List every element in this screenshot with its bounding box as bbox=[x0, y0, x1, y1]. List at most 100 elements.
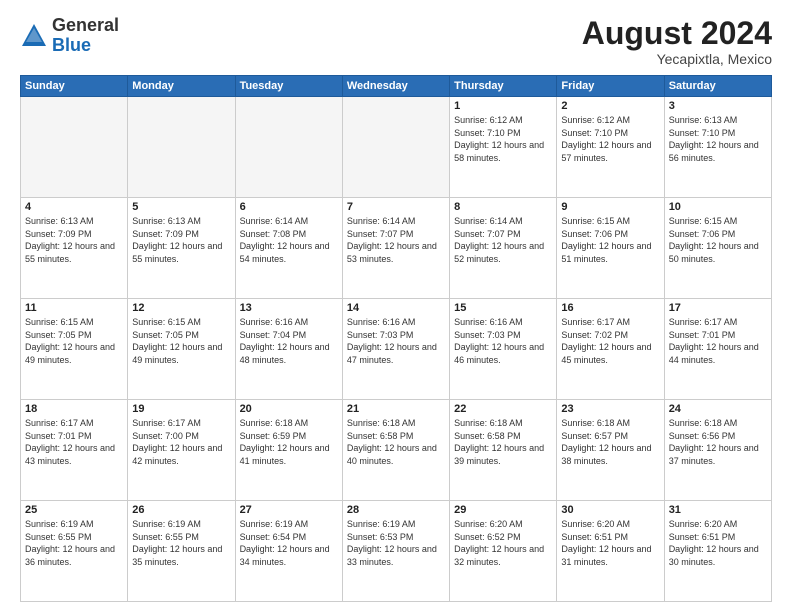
day-info: Sunrise: 6:18 AMSunset: 6:58 PMDaylight:… bbox=[454, 418, 544, 466]
day-number: 9 bbox=[561, 201, 659, 213]
day-info: Sunrise: 6:15 AMSunset: 7:06 PMDaylight:… bbox=[561, 216, 651, 264]
day-number: 19 bbox=[132, 403, 230, 415]
day-info: Sunrise: 6:14 AMSunset: 7:08 PMDaylight:… bbox=[240, 216, 330, 264]
logo-blue: Blue bbox=[52, 36, 119, 56]
day-info: Sunrise: 6:18 AMSunset: 6:56 PMDaylight:… bbox=[669, 418, 759, 466]
day-number: 2 bbox=[561, 100, 659, 112]
day-number: 1 bbox=[454, 100, 552, 112]
calendar-cell: 28 Sunrise: 6:19 AMSunset: 6:53 PMDaylig… bbox=[342, 501, 449, 602]
day-header-monday: Monday bbox=[128, 76, 235, 97]
day-info: Sunrise: 6:19 AMSunset: 6:53 PMDaylight:… bbox=[347, 519, 437, 567]
calendar-cell: 7 Sunrise: 6:14 AMSunset: 7:07 PMDayligh… bbox=[342, 198, 449, 299]
day-info: Sunrise: 6:15 AMSunset: 7:05 PMDaylight:… bbox=[132, 317, 222, 365]
day-number: 7 bbox=[347, 201, 445, 213]
day-number: 13 bbox=[240, 302, 338, 314]
days-header-row: SundayMondayTuesdayWednesdayThursdayFrid… bbox=[21, 76, 772, 97]
location: Yecapixtla, Mexico bbox=[582, 51, 772, 67]
day-info: Sunrise: 6:17 AMSunset: 7:00 PMDaylight:… bbox=[132, 418, 222, 466]
calendar-cell: 31 Sunrise: 6:20 AMSunset: 6:51 PMDaylig… bbox=[664, 501, 771, 602]
week-row-3: 11 Sunrise: 6:15 AMSunset: 7:05 PMDaylig… bbox=[21, 299, 772, 400]
week-row-1: 1 Sunrise: 6:12 AMSunset: 7:10 PMDayligh… bbox=[21, 97, 772, 198]
calendar-cell: 23 Sunrise: 6:18 AMSunset: 6:57 PMDaylig… bbox=[557, 400, 664, 501]
day-number: 17 bbox=[669, 302, 767, 314]
day-info: Sunrise: 6:20 AMSunset: 6:51 PMDaylight:… bbox=[669, 519, 759, 567]
day-number: 28 bbox=[347, 504, 445, 516]
day-header-tuesday: Tuesday bbox=[235, 76, 342, 97]
week-row-2: 4 Sunrise: 6:13 AMSunset: 7:09 PMDayligh… bbox=[21, 198, 772, 299]
day-info: Sunrise: 6:15 AMSunset: 7:05 PMDaylight:… bbox=[25, 317, 115, 365]
week-row-5: 25 Sunrise: 6:19 AMSunset: 6:55 PMDaylig… bbox=[21, 501, 772, 602]
day-header-thursday: Thursday bbox=[450, 76, 557, 97]
day-info: Sunrise: 6:19 AMSunset: 6:55 PMDaylight:… bbox=[25, 519, 115, 567]
day-header-sunday: Sunday bbox=[21, 76, 128, 97]
day-number: 26 bbox=[132, 504, 230, 516]
day-header-wednesday: Wednesday bbox=[342, 76, 449, 97]
calendar-cell: 22 Sunrise: 6:18 AMSunset: 6:58 PMDaylig… bbox=[450, 400, 557, 501]
day-info: Sunrise: 6:12 AMSunset: 7:10 PMDaylight:… bbox=[454, 115, 544, 163]
day-number: 20 bbox=[240, 403, 338, 415]
calendar-cell: 11 Sunrise: 6:15 AMSunset: 7:05 PMDaylig… bbox=[21, 299, 128, 400]
week-row-4: 18 Sunrise: 6:17 AMSunset: 7:01 PMDaylig… bbox=[21, 400, 772, 501]
logo-general: General bbox=[52, 16, 119, 36]
page: General Blue August 2024 Yecapixtla, Mex… bbox=[0, 0, 792, 612]
calendar-cell: 15 Sunrise: 6:16 AMSunset: 7:03 PMDaylig… bbox=[450, 299, 557, 400]
day-info: Sunrise: 6:18 AMSunset: 6:59 PMDaylight:… bbox=[240, 418, 330, 466]
calendar-cell bbox=[235, 97, 342, 198]
day-number: 4 bbox=[25, 201, 123, 213]
day-info: Sunrise: 6:14 AMSunset: 7:07 PMDaylight:… bbox=[347, 216, 437, 264]
calendar-cell bbox=[342, 97, 449, 198]
day-number: 12 bbox=[132, 302, 230, 314]
calendar-cell: 9 Sunrise: 6:15 AMSunset: 7:06 PMDayligh… bbox=[557, 198, 664, 299]
day-number: 30 bbox=[561, 504, 659, 516]
day-number: 3 bbox=[669, 100, 767, 112]
day-number: 24 bbox=[669, 403, 767, 415]
logo: General Blue bbox=[20, 16, 119, 56]
calendar-cell: 2 Sunrise: 6:12 AMSunset: 7:10 PMDayligh… bbox=[557, 97, 664, 198]
day-number: 5 bbox=[132, 201, 230, 213]
calendar-cell: 18 Sunrise: 6:17 AMSunset: 7:01 PMDaylig… bbox=[21, 400, 128, 501]
calendar-cell: 6 Sunrise: 6:14 AMSunset: 7:08 PMDayligh… bbox=[235, 198, 342, 299]
calendar-cell: 10 Sunrise: 6:15 AMSunset: 7:06 PMDaylig… bbox=[664, 198, 771, 299]
calendar-cell: 24 Sunrise: 6:18 AMSunset: 6:56 PMDaylig… bbox=[664, 400, 771, 501]
logo-icon bbox=[20, 22, 48, 50]
calendar-cell: 16 Sunrise: 6:17 AMSunset: 7:02 PMDaylig… bbox=[557, 299, 664, 400]
title-block: August 2024 Yecapixtla, Mexico bbox=[582, 16, 772, 67]
day-number: 14 bbox=[347, 302, 445, 314]
day-info: Sunrise: 6:13 AMSunset: 7:09 PMDaylight:… bbox=[132, 216, 222, 264]
day-info: Sunrise: 6:20 AMSunset: 6:51 PMDaylight:… bbox=[561, 519, 651, 567]
calendar-cell: 21 Sunrise: 6:18 AMSunset: 6:58 PMDaylig… bbox=[342, 400, 449, 501]
day-header-saturday: Saturday bbox=[664, 76, 771, 97]
header: General Blue August 2024 Yecapixtla, Mex… bbox=[20, 16, 772, 67]
calendar-cell: 29 Sunrise: 6:20 AMSunset: 6:52 PMDaylig… bbox=[450, 501, 557, 602]
day-number: 25 bbox=[25, 504, 123, 516]
calendar-cell: 20 Sunrise: 6:18 AMSunset: 6:59 PMDaylig… bbox=[235, 400, 342, 501]
day-number: 21 bbox=[347, 403, 445, 415]
day-number: 29 bbox=[454, 504, 552, 516]
calendar-cell: 14 Sunrise: 6:16 AMSunset: 7:03 PMDaylig… bbox=[342, 299, 449, 400]
day-number: 6 bbox=[240, 201, 338, 213]
day-number: 16 bbox=[561, 302, 659, 314]
calendar-cell: 12 Sunrise: 6:15 AMSunset: 7:05 PMDaylig… bbox=[128, 299, 235, 400]
day-number: 8 bbox=[454, 201, 552, 213]
day-number: 11 bbox=[25, 302, 123, 314]
day-info: Sunrise: 6:20 AMSunset: 6:52 PMDaylight:… bbox=[454, 519, 544, 567]
day-number: 22 bbox=[454, 403, 552, 415]
day-info: Sunrise: 6:18 AMSunset: 6:58 PMDaylight:… bbox=[347, 418, 437, 466]
day-number: 23 bbox=[561, 403, 659, 415]
day-info: Sunrise: 6:19 AMSunset: 6:54 PMDaylight:… bbox=[240, 519, 330, 567]
calendar: SundayMondayTuesdayWednesdayThursdayFrid… bbox=[20, 75, 772, 602]
day-header-friday: Friday bbox=[557, 76, 664, 97]
day-info: Sunrise: 6:15 AMSunset: 7:06 PMDaylight:… bbox=[669, 216, 759, 264]
calendar-cell bbox=[21, 97, 128, 198]
day-number: 15 bbox=[454, 302, 552, 314]
day-info: Sunrise: 6:16 AMSunset: 7:03 PMDaylight:… bbox=[347, 317, 437, 365]
day-info: Sunrise: 6:17 AMSunset: 7:01 PMDaylight:… bbox=[669, 317, 759, 365]
calendar-cell: 5 Sunrise: 6:13 AMSunset: 7:09 PMDayligh… bbox=[128, 198, 235, 299]
calendar-cell: 19 Sunrise: 6:17 AMSunset: 7:00 PMDaylig… bbox=[128, 400, 235, 501]
calendar-cell: 17 Sunrise: 6:17 AMSunset: 7:01 PMDaylig… bbox=[664, 299, 771, 400]
month-year: August 2024 bbox=[582, 16, 772, 51]
day-info: Sunrise: 6:19 AMSunset: 6:55 PMDaylight:… bbox=[132, 519, 222, 567]
calendar-cell bbox=[128, 97, 235, 198]
day-info: Sunrise: 6:13 AMSunset: 7:09 PMDaylight:… bbox=[25, 216, 115, 264]
day-info: Sunrise: 6:16 AMSunset: 7:03 PMDaylight:… bbox=[454, 317, 544, 365]
